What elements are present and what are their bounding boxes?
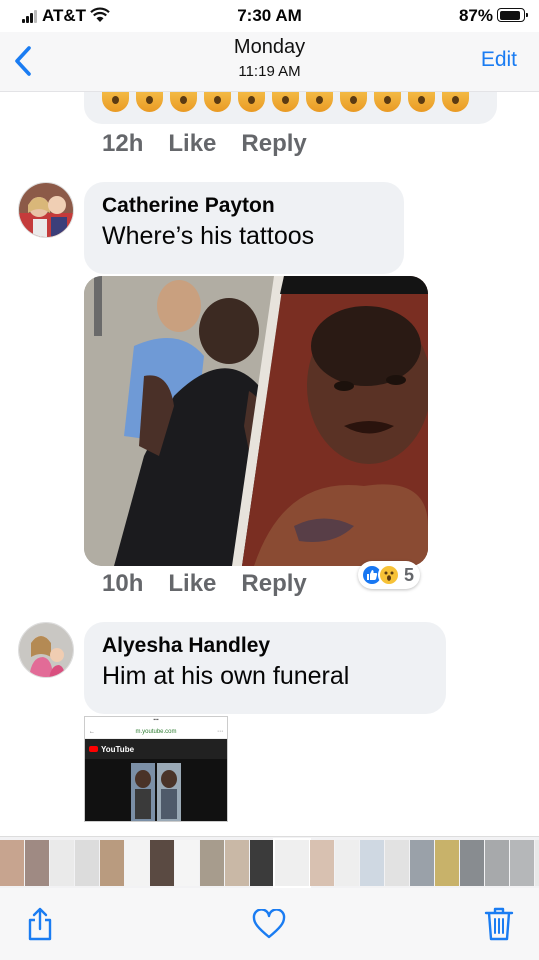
thumbnail[interactable] [510, 840, 534, 886]
comment-author: Catherine Payton [102, 194, 275, 217]
reply-link: Reply [241, 570, 307, 597]
thumbnail-selected[interactable] [273, 838, 311, 888]
thumbnail[interactable] [50, 840, 74, 886]
nav-title: Monday [233, 36, 306, 58]
favorite-button[interactable] [251, 906, 287, 942]
comment-meta: 10h Like Reply [102, 570, 307, 598]
thumbnail[interactable] [250, 840, 274, 886]
wow-emoji-icon [272, 92, 299, 112]
youtube-label: YouTube [101, 744, 135, 754]
thumbnail[interactable] [125, 840, 149, 886]
navigation-bar: Monday 11:19 AM Edit [0, 32, 539, 92]
comment-bubble: Alyesha Handley Him at his own funeral [84, 622, 446, 714]
wow-emoji-icon [442, 92, 469, 112]
wow-icon [378, 564, 400, 586]
thumbnail[interactable] [310, 840, 334, 886]
youtube-screenshot-thumbnail: ▪▪▪ ← m.youtube.com ⋯ YouTube [84, 716, 228, 822]
delete-button[interactable] [481, 906, 517, 942]
avatar [18, 182, 74, 238]
wow-emoji-icon [238, 92, 265, 112]
heart-icon [252, 909, 286, 939]
nav-subtitle: 11:19 AM [238, 63, 301, 80]
thumbnail[interactable] [200, 840, 224, 886]
youtube-logo-icon [89, 746, 98, 752]
status-bar: AT&T 7:30 AM 87% [0, 0, 539, 32]
thumbnail[interactable] [485, 840, 509, 886]
back-arrow-icon: ← [89, 728, 95, 735]
wow-emoji-icon [102, 92, 129, 112]
wifi-icon [90, 7, 110, 22]
youtube-header: YouTube [85, 739, 227, 759]
comment-text: Where’s his tattoos [102, 222, 315, 250]
wow-emoji-icon [408, 92, 435, 112]
thumbnail[interactable] [460, 840, 484, 886]
thumbnail[interactable] [360, 840, 384, 886]
wow-emoji-icon [374, 92, 401, 112]
reaction-summary: 5 [358, 561, 421, 589]
trash-icon [484, 907, 514, 941]
thumbnail[interactable] [0, 840, 24, 886]
video-frame [85, 759, 227, 821]
thumbnail-status-bar: ▪▪▪ [85, 717, 227, 725]
thumbnail[interactable] [385, 840, 409, 886]
battery-percentage: 87% [458, 6, 493, 25]
comment-time: 12h [102, 130, 144, 157]
wow-emoji-icon [170, 92, 197, 112]
cellular-signal-icon [22, 9, 40, 23]
comment-bubble: Catherine Payton Where’s his tattoos [84, 182, 404, 274]
like-link: Like [168, 570, 217, 597]
thumbnail[interactable] [335, 840, 359, 886]
thumbnail[interactable] [100, 840, 124, 886]
photo-content: 12h Like Reply Catherine Payton Where’s … [0, 92, 539, 822]
comment-meta: 12h Like Reply [102, 130, 307, 158]
comment-time: 10h [102, 570, 144, 597]
like-link: Like [168, 130, 217, 157]
edit-button[interactable]: Edit [481, 48, 517, 72]
thumbnail-url: m.youtube.com [135, 728, 177, 735]
comment-text: Him at his own funeral [102, 662, 350, 690]
thumbnail[interactable] [25, 840, 49, 886]
wow-emoji-icon [306, 92, 333, 112]
wow-emoji-icon [204, 92, 231, 112]
thumbnail[interactable] [535, 840, 539, 886]
thumbnail[interactable] [410, 840, 434, 886]
thumbnail-url-bar: ← m.youtube.com ⋯ [85, 725, 227, 739]
thumbnail[interactable] [75, 840, 99, 886]
thumbnail[interactable] [150, 840, 174, 886]
more-icon: ⋯ [217, 729, 223, 735]
share-icon [28, 907, 52, 941]
thumbnail[interactable] [225, 840, 249, 886]
thumbnail[interactable] [175, 840, 199, 886]
thumbnail[interactable] [435, 840, 459, 886]
reaction-count: 5 [404, 564, 415, 585]
comment-author: Alyesha Handley [102, 634, 271, 657]
bottom-toolbar [0, 888, 539, 960]
comment-photo [84, 276, 428, 566]
emoji-row [102, 92, 469, 112]
battery-icon [497, 8, 528, 22]
photo-thumbnail-strip[interactable] [0, 836, 539, 888]
wow-emoji-icon [340, 92, 367, 112]
carrier-name: AT&T [42, 6, 87, 25]
wow-emoji-icon [136, 92, 163, 112]
battery-level [499, 10, 520, 20]
avatar [18, 622, 74, 678]
reply-link: Reply [241, 130, 307, 157]
share-button[interactable] [22, 906, 58, 942]
